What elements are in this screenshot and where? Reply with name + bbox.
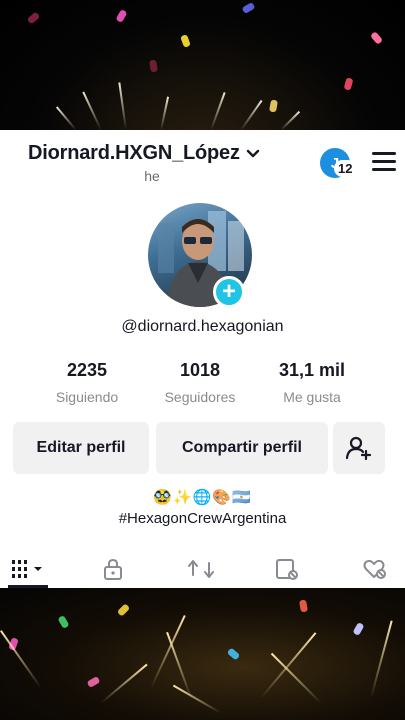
account-switcher[interactable]: Diornard.HXGN_López (28, 142, 260, 165)
repost-icon (188, 560, 214, 578)
edit-profile-button[interactable]: Editar perfil (13, 422, 149, 474)
stat-following[interactable]: 2235 Siguiendo (32, 360, 142, 405)
stat-label: Seguidores (164, 389, 236, 405)
notification-count: 12 (334, 160, 357, 177)
chevron-down-icon (246, 149, 259, 157)
username: Diornard.HXGN_López (28, 142, 240, 164)
tab-videos[interactable] (8, 556, 48, 582)
stat-followers[interactable]: 1018 Seguidores (145, 360, 255, 405)
stat-label: Me gusta (283, 389, 341, 405)
notification-button[interactable]: J 12 (320, 148, 357, 178)
cover-banner-top (0, 0, 405, 130)
tab-reposts[interactable] (186, 556, 216, 582)
menu-icon[interactable] (372, 152, 396, 174)
tab-liked[interactable] (360, 556, 390, 582)
add-avatar-icon[interactable]: + (213, 276, 245, 308)
stat-value: 31,1 mil (278, 360, 346, 380)
lock-icon (104, 558, 122, 580)
share-profile-button[interactable]: Compartir perfil (156, 422, 328, 474)
tagged-icon (276, 559, 298, 580)
profile-stats: 2235 Siguiendo 1018 Seguidores 31,1 mil … (0, 360, 405, 408)
liked-icon (363, 559, 386, 579)
tab-tagged[interactable] (272, 556, 302, 582)
profile-header: Diornard.HXGN_López he J 12 (0, 142, 405, 186)
stat-value: 2235 (66, 360, 108, 380)
content-tabs (0, 550, 405, 588)
tab-private[interactable] (98, 556, 128, 582)
profile-handle: @diornard.hexagonian (121, 318, 284, 335)
profile-actions: Editar perfil Compartir perfil (13, 422, 393, 476)
stat-likes[interactable]: 31,1 mil Me gusta (257, 360, 367, 405)
bio-emojis: 🥸✨🌐🎨🇦🇷 (153, 489, 252, 506)
video-thumbnail[interactable] (0, 588, 405, 720)
grid-icon (12, 560, 42, 578)
pronouns: he (144, 168, 160, 184)
stat-label: Siguiendo (55, 389, 119, 405)
profile-panel: Diornard.HXGN_López he J 12 (0, 130, 405, 588)
bio-text: #HexagonCrewArgentina (118, 510, 287, 527)
add-friend-icon (345, 436, 372, 461)
add-friend-button[interactable] (333, 422, 385, 474)
stat-value: 1018 (179, 360, 221, 380)
